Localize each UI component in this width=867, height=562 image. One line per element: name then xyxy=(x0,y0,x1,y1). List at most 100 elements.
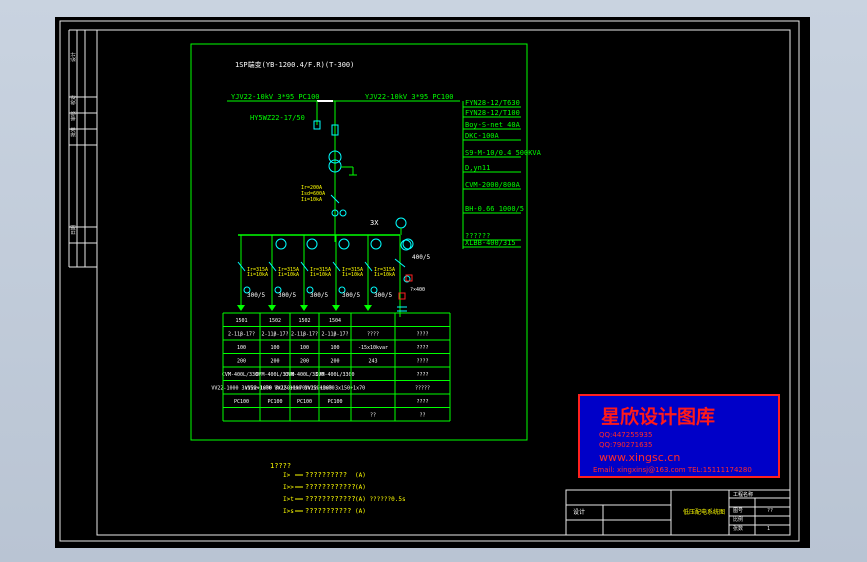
left-strip-label: 批准 xyxy=(70,127,77,137)
watermark-qq2: QQ:790271635 xyxy=(599,441,652,449)
spec-list-item: S9-M-10/0.4 500KVA xyxy=(465,149,542,157)
table-cell: 200 xyxy=(300,359,309,365)
spec-list-item: Boy-S-net 40A xyxy=(465,121,521,129)
table-cell: ???? xyxy=(416,345,428,351)
title-block-item-label: 比例 xyxy=(733,516,743,523)
table-cell: 1501 xyxy=(235,318,247,324)
title-block xyxy=(565,489,791,536)
watermark-qq1: QQ:447255935 xyxy=(599,431,652,439)
branch-ammeter-icon xyxy=(275,238,287,250)
legend: 1????I>?????????? (A)I>>???????????? (A)I>… xyxy=(270,462,406,515)
arrester-label: HY5WZ22-17/50 xyxy=(250,114,305,122)
left-strip-label: 设计 xyxy=(70,52,77,62)
branch-ct-ratio: 300/5 xyxy=(310,292,328,299)
table-cell: CVM-400L/3300 xyxy=(315,372,354,378)
legend-unit: (A) xyxy=(355,472,366,479)
main-ct-symbol-2 xyxy=(339,209,347,217)
incoming-right-label: YJV22-10kV 3*95 PC100 xyxy=(365,93,454,101)
branch-ct-ratio: 300/5 xyxy=(247,292,265,299)
legend-text: ?????????? xyxy=(305,471,347,479)
left-strip-labels: 设计校对审核批准日期 xyxy=(70,52,77,235)
watermark: 星欣设计图库 QQ:447255935 QQ:790271635 www.xin… xyxy=(578,394,780,478)
table-cell: -15x10kvar xyxy=(358,345,388,351)
spec-list-item: FYN28-12/T630 xyxy=(465,99,520,107)
branch-setting: Ii=10kA xyxy=(342,272,363,278)
table-cell: ?? xyxy=(419,413,425,419)
spec-list-item: DKC-100A xyxy=(465,132,500,140)
table-cell: 100 xyxy=(330,345,339,351)
capacitor-branch xyxy=(394,235,413,317)
branch-ammeter-icon xyxy=(338,238,350,250)
branch-ammeter-icon xyxy=(370,238,382,250)
breaker-setting-3: Ii=10kA xyxy=(301,197,322,203)
title-block-item-label: 张数 xyxy=(733,525,743,532)
title-block-right-top: 工程名称 xyxy=(733,491,753,498)
legend-symbol: I>s xyxy=(283,508,294,515)
branch-setting: Ii=10kA xyxy=(247,272,268,278)
table-cell: 200 xyxy=(237,359,246,365)
title-block-item-label: 图号 xyxy=(733,508,743,514)
table-cell: 100 xyxy=(300,345,309,351)
branch-ct-ratio: 300/5 xyxy=(278,292,296,299)
table-cell: 2-11β-17? xyxy=(321,332,348,338)
branch-ct-ratio: 300/5 xyxy=(374,292,392,299)
table-cell: ???? xyxy=(416,372,428,378)
branch-setting: Ii=10kA xyxy=(374,272,395,278)
spec-list-item: D,yn11 xyxy=(465,164,490,172)
legend-text: ??????????? xyxy=(305,507,351,515)
branch-ct-ratio: 300/5 xyxy=(342,292,360,299)
table-cell: 243 xyxy=(368,359,377,365)
branch-setting: Ii=10kA xyxy=(278,272,299,278)
table-cell: 2-11β-17? xyxy=(261,332,288,338)
meter-label: 3X xyxy=(370,219,379,227)
title-block-left-label: 设计 xyxy=(573,508,585,516)
legend-symbol: I>t xyxy=(283,496,294,503)
cad-canvas: 设计校对审核批准日期 1SP端变(YB-1200.4/F.R)(T-300) Y… xyxy=(59,20,800,542)
title-block-item-value: 1 xyxy=(767,526,770,532)
legend-unit: (A) xyxy=(355,484,366,491)
table-cell: ???? xyxy=(416,399,428,405)
table-cell: 1504 xyxy=(329,318,341,324)
table-cell: PC100 xyxy=(297,399,312,405)
branches: Ir=315AIi=10kA300/5Ir=315AIi=10kA300/5Ir… xyxy=(237,235,414,311)
table-cell: 200 xyxy=(330,359,339,365)
left-strip-label: 校对 xyxy=(70,95,77,105)
table-cell: ???? xyxy=(416,332,428,338)
table-cell: 1502 xyxy=(269,318,281,324)
table-cell: ???? xyxy=(416,359,428,365)
title-block-item-value: ?? xyxy=(767,508,773,514)
table-cell: PC100 xyxy=(327,399,342,405)
table-cell: 200 xyxy=(270,359,279,365)
table-cell: ???? xyxy=(367,332,379,338)
table-cell: 1502 xyxy=(298,318,310,324)
table-cell: 100 xyxy=(237,345,246,351)
table-cell: PC100 xyxy=(234,399,249,405)
title-block-right-cells: 图号 ?? 比例张数 1 xyxy=(733,508,773,532)
capacitor-note: ?×400 xyxy=(410,287,425,293)
table-cell: 2-11β-17? xyxy=(291,332,318,338)
left-strip-label: 日期 xyxy=(71,225,77,235)
watermark-email: Email: xingxinsj@163.com TEL:15111174280 xyxy=(593,466,752,474)
ammeter-icon xyxy=(395,217,407,229)
legend-text: ???????????? xyxy=(305,495,356,503)
table-cell: 2-11β-17? xyxy=(228,332,255,338)
legend-symbol: I> xyxy=(283,472,291,479)
watermark-name: 星欣设计图库 xyxy=(601,405,715,428)
table-cell: 100 xyxy=(270,345,279,351)
legend-unit: (A) xyxy=(355,508,366,515)
legend-text: ???????????? xyxy=(305,483,356,491)
panel-table: 1501 1502 1502 15042-11β-17? 2-11β-17? 2-11β-… xyxy=(211,312,451,422)
branch-ammeter-icon xyxy=(306,238,318,250)
spec-list-item: FYN28-12/T100 xyxy=(465,109,520,117)
drawing-sheet: 设计 校对 审核 批准 日期 1SP端变(YB-1200.4/F.R)(T-300) Y… xyxy=(55,17,810,548)
incoming-left-label: YJV22-10kV 3*95 PC100 xyxy=(231,93,320,101)
spec-list-item: XLBB-400/315 xyxy=(465,239,516,247)
branch-setting: Ii=10kA xyxy=(310,272,331,278)
capacitor-ratio: 400/5 xyxy=(412,254,430,261)
legend-symbol: I>> xyxy=(283,484,294,491)
spec-list: FYN28-12/T630 FYN28-12/T100 Boy-S-net 40A D… xyxy=(462,99,542,249)
legend-unit: (A) ??????0.5s xyxy=(355,496,406,503)
spec-list-item: CVM-2000/800A xyxy=(465,181,521,189)
spec-list-item: BH-0.66 1000/5 xyxy=(465,205,524,213)
watermark-url: www.xingsc.cn xyxy=(599,451,680,464)
